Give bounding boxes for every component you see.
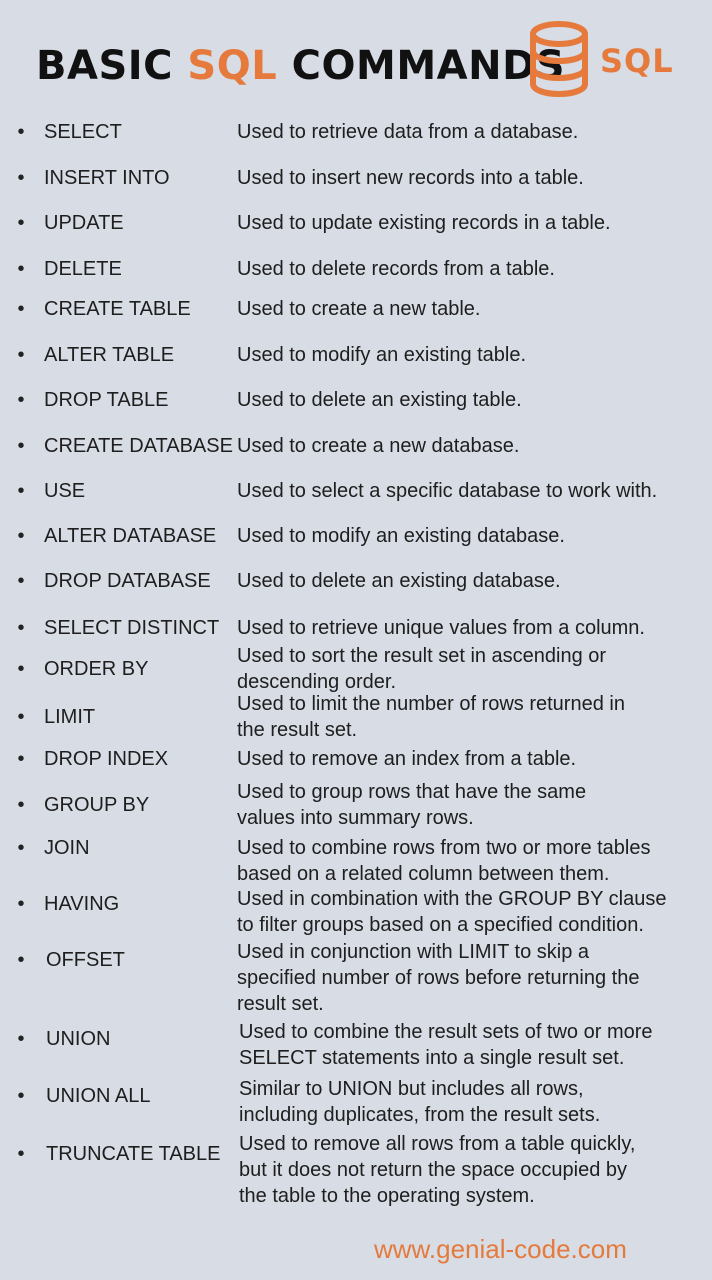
command-description: Used in combination with the GROUP BY cl… [237,888,667,936]
command-description: Used to limit the number of rows returne… [237,693,625,741]
command-description: Used to select a specific database to wo… [237,480,658,502]
bullet: • [17,893,25,915]
command-description: Used to modify an existing table. [237,344,527,366]
bullet: • [17,570,25,592]
command-name: INSERT INTO [44,167,170,189]
command-name: TRUNCATE TABLE [46,1143,221,1165]
command-name: DELETE [44,258,122,280]
command-description: Used to modify an existing database. [237,525,565,547]
command-name: UNION ALL [46,1085,151,1107]
command-description: Similar to UNION but includes all rows, … [239,1078,601,1126]
command-description: Used to combine the result sets of two o… [239,1021,653,1069]
command-description: Used to group rows that have the same va… [237,781,587,829]
bullet: • [17,837,25,859]
command-description: Used to delete records from a table. [237,258,555,280]
title-basic: BASIC [36,43,188,89]
bullet: • [17,525,25,547]
command-name: UNION [46,1028,111,1050]
bullet: • [17,794,25,816]
command-name: UPDATE [44,212,124,234]
command-name: OFFSET [46,949,125,971]
command-name: ORDER BY [44,658,149,680]
command-description: Used to delete an existing table. [237,389,522,411]
website-link[interactable]: www.genial-code.com [374,1234,627,1265]
command-name: HAVING [44,893,120,915]
command-name: LIMIT [44,706,96,728]
command-description: Used to combine rows from two or more ta… [237,837,651,885]
command-description: Used in conjunction with LIMIT to skip a… [237,941,640,1015]
title-sql: SQL [187,43,278,89]
bullet: • [17,435,25,457]
bullet: • [17,344,25,366]
command-description: Used to remove all rows from a table qui… [239,1133,636,1207]
bullet: • [17,1028,25,1050]
bullet: • [17,617,25,639]
command-name: GROUP BY [44,794,150,816]
command-name: USE [44,480,86,502]
command-description: Used to delete an existing database. [237,570,561,592]
bullet: • [17,121,25,143]
command-name: DROP INDEX [44,748,169,770]
command-name: SELECT [44,121,122,143]
command-name: CREATE TABLE [44,298,191,320]
command-description: Used to sort the result set in ascending… [237,645,607,693]
title-commands: COMMANDS [277,43,566,89]
command-description: Used to retrieve unique values from a co… [237,617,645,639]
command-description: Used to update existing records in a tab… [237,212,611,234]
bullet: • [17,167,25,189]
bullet: • [17,706,25,728]
command-name: ALTER DATABASE [44,525,217,547]
command-name: CREATE DATABASE [44,435,233,457]
command-description: Used to remove an index from a table. [237,748,577,770]
bullet: • [17,258,25,280]
bullet: • [17,389,25,411]
bullet: • [17,1085,25,1107]
bullet: • [17,949,25,971]
bullet: • [17,212,25,234]
bullet: • [17,658,25,680]
database-icon [530,21,588,98]
command-name: SELECT DISTINCT [44,617,220,639]
bullet: • [17,1143,25,1165]
command-name: JOIN [44,837,90,859]
command-name: DROP TABLE [44,389,169,411]
command-description: Used to create a new database. [237,435,520,457]
command-description: Used to create a new table. [237,298,481,320]
logo-sql-text: SQL [600,42,674,80]
command-name: DROP DATABASE [44,570,211,592]
bullet: • [17,298,25,320]
page-title: BASIC SQL COMMANDS [36,42,565,90]
command-description: Used to insert new records into a table. [237,167,584,189]
bullet: • [17,748,25,770]
bullet: • [17,480,25,502]
command-description: Used to retrieve data from a database. [237,121,579,143]
command-name: ALTER TABLE [44,344,175,366]
